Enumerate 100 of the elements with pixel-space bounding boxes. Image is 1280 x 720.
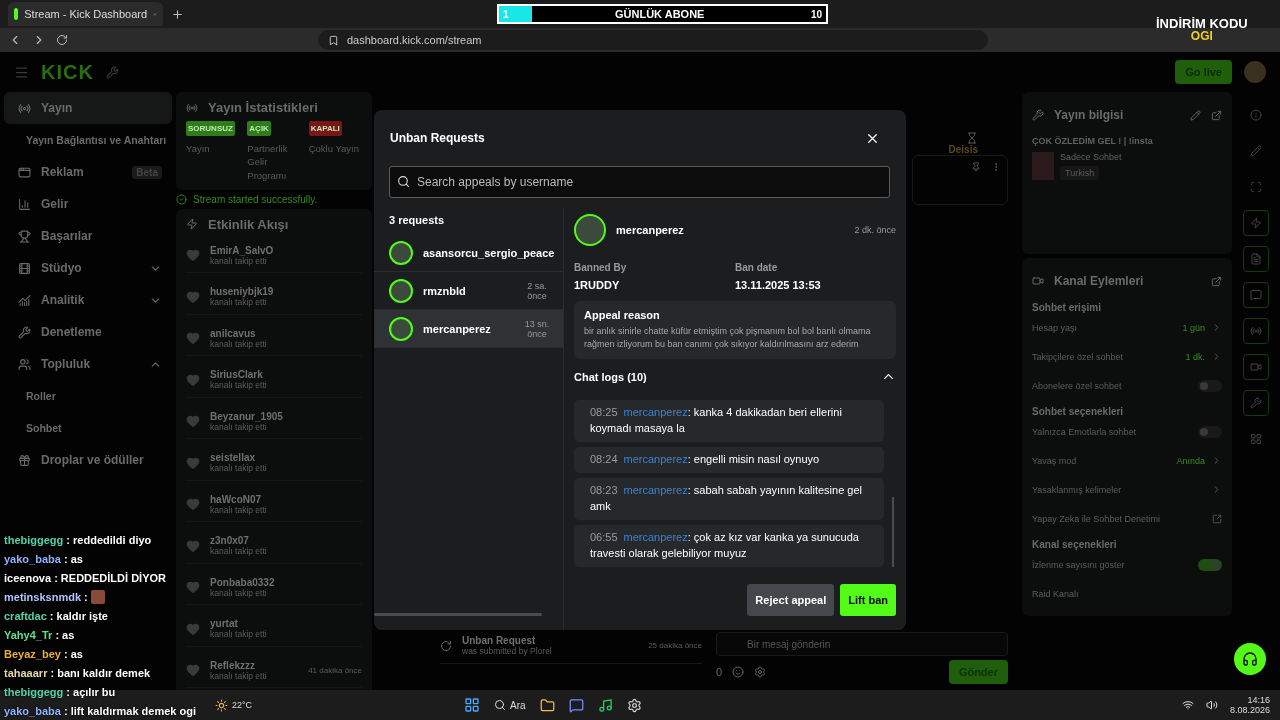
support-button[interactable] — [1234, 643, 1266, 675]
toggle-switch[interactable] — [1198, 379, 1222, 392]
heart-icon — [186, 331, 200, 346]
sidebar-item[interactable]: Başarılar — [4, 220, 172, 252]
chat-message: thebiggegg : açılır bu — [4, 684, 116, 700]
promo-title: İNDİRİM KODU — [1156, 16, 1248, 31]
field-label: Banned By — [574, 262, 628, 273]
taskbar-search[interactable]: Ara — [494, 699, 526, 711]
panel-title: Yayın bilgisi — [1054, 108, 1125, 122]
reject-button[interactable]: Reject appeal — [747, 584, 835, 616]
heart-icon — [186, 372, 200, 387]
external-link-icon[interactable] — [1212, 513, 1222, 524]
sidebar-item[interactable]: Topluluk — [4, 348, 172, 380]
music-icon[interactable] — [597, 697, 613, 713]
event-action: kanalı takip etti — [210, 504, 268, 515]
event-user: Reflekzzz — [210, 659, 256, 671]
bookmark-icon[interactable] — [328, 34, 339, 46]
request-item[interactable]: mercanperez 13 sn. önce — [374, 310, 563, 348]
wrench-icon[interactable] — [105, 65, 119, 79]
toolbar-button[interactable] — [1243, 318, 1269, 344]
search-field[interactable]: Search appeals by username — [389, 166, 890, 198]
sidebar-item[interactable]: Analitik — [4, 284, 172, 316]
menu-icon[interactable] — [14, 64, 29, 80]
appeal-text: bir anlık sinirle chatte küfür etmiştim çok pişmanım bol bol banlı olmama rağmen izliyorum bu ban canımı çok sıkıyor kaldırılmasını arz ederim — [584, 325, 872, 352]
heart-icon — [186, 497, 200, 512]
event-user: anilcavus — [210, 327, 257, 339]
emote-icon — [90, 589, 105, 604]
clock[interactable]: 14:16 8.08.2026 — [1229, 695, 1270, 715]
browser-tab[interactable]: Stream - Kick Dashboard — [8, 2, 163, 26]
sidebar-subitem[interactable]: Roller — [4, 380, 172, 412]
chat-icon — [1250, 289, 1262, 301]
gear-icon[interactable] — [626, 697, 642, 713]
sidebar-subitem[interactable]: Yayın Bağlantısı ve Anahtarı — [4, 124, 172, 156]
popout-icon[interactable] — [1211, 275, 1222, 287]
nav-icon — [18, 229, 31, 243]
chat-app-icon[interactable] — [568, 697, 584, 713]
card-title: Appeal reason — [584, 309, 661, 321]
event-action: kanalı takip etti — [210, 587, 268, 598]
setting-value[interactable]: 1 dk. — [1185, 351, 1205, 362]
sidebar-item[interactable]: Gelir — [4, 188, 172, 220]
logo[interactable]: KICK — [41, 60, 94, 84]
wrench-icon — [1250, 397, 1262, 409]
reload-icon[interactable] — [56, 34, 68, 46]
panel-title: Kanal Eylemleri — [1054, 274, 1145, 288]
setting-label: Yasaklanmış kelimeler — [1032, 484, 1123, 495]
message-input[interactable]: Bir mesaj gönderin — [716, 632, 1008, 656]
edit-icon[interactable] — [1190, 109, 1201, 121]
settings-icon[interactable] — [754, 666, 767, 678]
heart-icon — [186, 414, 200, 429]
event-user: Beyzanur_1905 — [210, 410, 284, 422]
toggle-switch[interactable] — [1198, 425, 1222, 438]
start-icon[interactable] — [464, 697, 481, 713]
volume-icon[interactable] — [1205, 699, 1218, 711]
popout-icon[interactable] — [1211, 109, 1222, 121]
wifi-icon[interactable] — [1181, 699, 1194, 711]
lightning-icon — [186, 218, 198, 231]
sidebar-item[interactable]: Yayın — [4, 92, 172, 124]
folder-icon[interactable] — [539, 697, 555, 713]
setting-value[interactable]: Anında — [1176, 455, 1205, 466]
event-user: SiriusClark — [210, 369, 264, 381]
toolbar-button[interactable] — [1243, 354, 1269, 380]
wrench-icon — [1032, 109, 1044, 121]
lift-ban-button[interactable]: Lift ban — [840, 584, 896, 616]
avatar — [389, 240, 413, 265]
toolbar-button[interactable] — [1243, 390, 1269, 416]
toolbar-button[interactable] — [1243, 246, 1269, 272]
section-title: Sohbet erişimi — [1032, 302, 1102, 313]
toolbar-button[interactable] — [1243, 282, 1269, 308]
sidebar-item[interactable]: Denetleme — [4, 316, 172, 348]
event-user: huseniybjk19 — [210, 286, 275, 298]
sidebar-subitem[interactable]: Sohbet — [4, 412, 172, 444]
request-item[interactable]: asansorcu_sergio_peace — [374, 234, 563, 272]
event-detail: was submitted by Plorel — [462, 646, 553, 657]
weather[interactable]: 22°C — [232, 700, 253, 710]
toolbar-button[interactable] — [1243, 210, 1269, 236]
event-action: kanalı takip etti — [210, 338, 268, 349]
address-bar[interactable]: dashboard.kick.com/stream — [318, 30, 988, 50]
subscriber-goal-bar: 1 GÜNLÜK ABONE 10 — [497, 4, 828, 24]
new-tab-icon[interactable] — [171, 7, 184, 21]
emoji-icon[interactable] — [732, 666, 745, 678]
event-title: Unban Request — [462, 635, 536, 647]
toggle-switch[interactable] — [1198, 558, 1222, 571]
category-thumbnail — [1032, 152, 1054, 180]
heart-icon — [186, 248, 200, 263]
setting-value[interactable]: 1 gün — [1182, 322, 1205, 333]
section-title: Kanal seçenekleri — [1032, 539, 1118, 550]
avatar[interactable] — [1244, 61, 1266, 83]
sidebar-item[interactable]: Stüdyo — [4, 252, 172, 284]
event-action: kanalı takip etti — [210, 463, 268, 474]
user-chip[interactable]: Deisis — [948, 144, 978, 155]
heart-icon — [186, 621, 200, 636]
setting-label: Yapay Zeka ile Sohbet Denetimi — [1032, 513, 1161, 524]
event-user: EmirA_SalvO — [210, 244, 275, 256]
pin-icon[interactable] — [971, 162, 981, 172]
sidebar-item[interactable]: Droplar ve ödüller — [4, 444, 172, 476]
chat-logs-toggle[interactable]: Chat logs (10) — [574, 369, 896, 385]
site-icon — [14, 8, 19, 20]
nav-icon — [18, 453, 31, 467]
search-icon — [397, 175, 410, 188]
heart-icon — [186, 289, 200, 304]
